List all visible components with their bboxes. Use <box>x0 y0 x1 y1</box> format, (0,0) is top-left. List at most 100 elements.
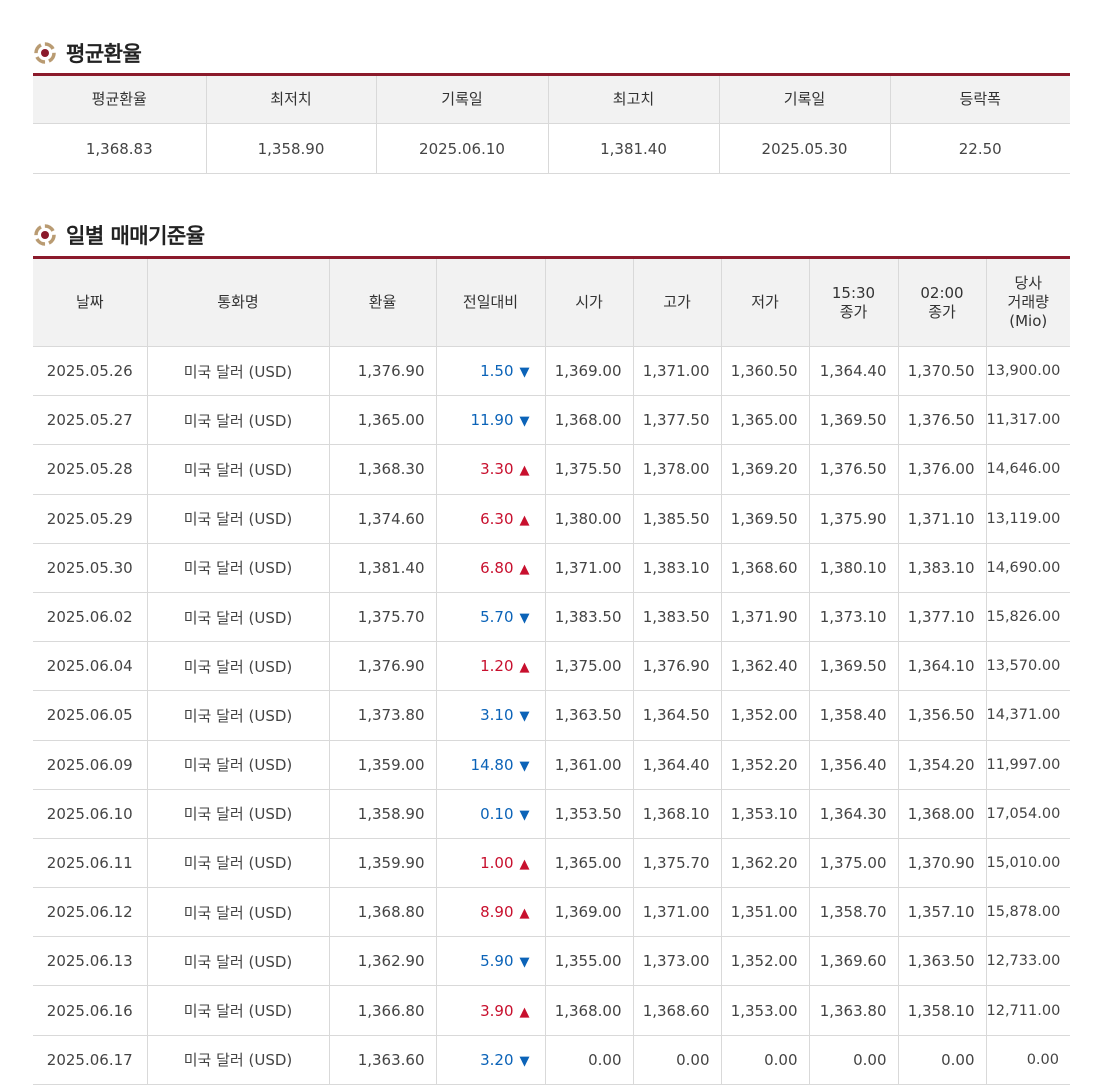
date-cell: 2025.06.12 <box>33 887 147 938</box>
change-value: 1.20 <box>480 657 514 676</box>
header-change: 전일대비 <box>435 257 545 347</box>
high-cell: 1,364.40 <box>632 740 721 790</box>
high-cell: 1,383.50 <box>632 592 721 643</box>
high-cell: 1,371.00 <box>632 887 721 938</box>
currency-cell: 미국 달러 (USD) <box>146 690 329 741</box>
volume-cell: 12,733.00 <box>985 936 1070 987</box>
high-cell: 1,371.00 <box>632 346 721 397</box>
open-cell: 1,375.50 <box>544 444 633 495</box>
change-value: 14.80 <box>470 755 514 774</box>
change-value: 11.90 <box>470 411 514 430</box>
header-date: 날짜 <box>33 257 147 347</box>
low-cell: 1,369.50 <box>720 494 809 544</box>
rate-cell: 1,363.60 <box>328 1035 436 1085</box>
header-average-rate: 평균환율 <box>33 74 206 124</box>
currency-cell: 미국 달러 (USD) <box>146 838 329 889</box>
daily-rate-table: 날짜 통화명 환율 전일대비 시가 고가 저가 15:30 종가 02:00 종… <box>33 256 1070 1085</box>
change-value: 6.80 <box>480 558 514 577</box>
volume-cell: 15,010.00 <box>985 838 1070 889</box>
close-1530-cell: 1,375.00 <box>808 838 898 889</box>
currency-cell: 미국 달러 (USD) <box>146 543 329 593</box>
volume-cell: 13,900.00 <box>985 346 1070 397</box>
triangle-up-icon: ▲ <box>519 660 530 676</box>
currency-cell: 미국 달러 (USD) <box>146 641 329 692</box>
rate-cell: 1,376.90 <box>328 641 436 692</box>
header-rate: 환율 <box>328 257 436 347</box>
open-cell: 1,365.00 <box>544 838 633 889</box>
triangle-down-icon: ▼ <box>519 807 530 823</box>
change-value: 3.30 <box>480 460 514 479</box>
triangle-down-icon: ▼ <box>519 611 530 627</box>
change-cell: 1.50 ▼ <box>435 346 545 397</box>
rate-cell: 1,381.40 <box>328 543 436 593</box>
header-close-1530: 15:30 종가 <box>808 257 898 347</box>
low-cell: 1,352.00 <box>720 690 809 741</box>
change-value: 5.90 <box>480 952 514 971</box>
close-0200-cell: 1,356.50 <box>897 690 986 741</box>
volume-cell: 14,371.00 <box>985 690 1070 741</box>
table-row: 2025.06.13 미국 달러 (USD) 1,362.90 5.90 ▼ 1,355.… <box>33 936 1070 987</box>
highest-value: 1,381.40 <box>547 123 719 174</box>
close-1530-cell: 1,358.70 <box>808 887 898 938</box>
header-open: 시가 <box>544 257 633 347</box>
daily-table-body: 2025.05.26 미국 달러 (USD) 1,376.90 1.50 ▼ 1,369.… <box>33 346 1070 1085</box>
change-value: 1.00 <box>480 853 514 872</box>
change-cell: 3.10 ▼ <box>435 690 545 741</box>
date-cell: 2025.05.28 <box>33 444 147 495</box>
close-0200-cell: 1,371.10 <box>897 494 986 544</box>
table-row: 2025.05.29 미국 달러 (USD) 1,374.60 6.30 ▲ 1,380.… <box>33 494 1070 544</box>
triangle-down-icon: ▼ <box>519 365 530 381</box>
high-cell: 1,373.00 <box>632 936 721 987</box>
currency-cell: 미국 달러 (USD) <box>146 887 329 938</box>
open-cell: 1,380.00 <box>544 494 633 544</box>
table-row: 2025.05.26 미국 달러 (USD) 1,376.90 1.50 ▼ 1,369.… <box>33 346 1070 397</box>
header-range: 등락폭 <box>889 74 1070 124</box>
header-highest: 최고치 <box>547 74 719 124</box>
low-cell: 1,362.40 <box>720 641 809 692</box>
date-cell: 2025.06.16 <box>33 985 147 1036</box>
triangle-down-icon: ▼ <box>519 758 530 774</box>
header-lowest-date: 기록일 <box>375 74 548 124</box>
rate-cell: 1,374.60 <box>328 494 436 544</box>
range-value: 22.50 <box>889 123 1070 174</box>
close-1530-cell: 1,364.30 <box>808 789 898 839</box>
low-cell: 1,369.20 <box>720 444 809 495</box>
change-cell: 5.90 ▼ <box>435 936 545 987</box>
date-cell: 2025.05.30 <box>33 543 147 593</box>
date-cell: 2025.06.04 <box>33 641 147 692</box>
currency-cell: 미국 달러 (USD) <box>146 740 329 790</box>
volume-cell: 15,878.00 <box>985 887 1070 938</box>
date-cell: 2025.05.27 <box>33 395 147 446</box>
volume-cell: 12,711.00 <box>985 985 1070 1036</box>
close-1530-cell: 1,369.60 <box>808 936 898 987</box>
triangle-down-icon: ▼ <box>519 414 530 430</box>
change-cell: 1.00 ▲ <box>435 838 545 889</box>
header-close-0200: 02:00 종가 <box>897 257 986 347</box>
table-row: 2025.06.09 미국 달러 (USD) 1,359.00 14.80 ▼ 1,361… <box>33 740 1070 790</box>
change-cell: 14.80 ▼ <box>435 740 545 790</box>
close-1530-cell: 0.00 <box>808 1035 898 1085</box>
close-1530-cell: 1,358.40 <box>808 690 898 741</box>
daily-rate-title: 일별 매매기준율 <box>66 224 205 248</box>
close-0200-cell: 1,354.20 <box>897 740 986 790</box>
change-cell: 3.20 ▼ <box>435 1035 545 1085</box>
table-row: 2025.05.27 미국 달러 (USD) 1,365.00 11.90 ▼ 1,368… <box>33 395 1070 446</box>
average-rate-table: 평균환율 최저치 기록일 최고치 기록일 등락폭 1,368.83 1,358.… <box>33 73 1070 174</box>
lowest-date-value: 2025.06.10 <box>375 123 548 174</box>
highest-date-value: 2025.05.30 <box>718 123 890 174</box>
header-lowest: 최저치 <box>205 74 376 124</box>
open-cell: 0.00 <box>544 1035 633 1085</box>
rate-cell: 1,376.90 <box>328 346 436 397</box>
table-row: 2025.05.28 미국 달러 (USD) 1,368.30 3.30 ▲ 1,375.… <box>33 444 1070 495</box>
table-row: 2025.06.05 미국 달러 (USD) 1,373.80 3.10 ▼ 1,363.… <box>33 690 1070 741</box>
currency-cell: 미국 달러 (USD) <box>146 494 329 544</box>
close-0200-cell: 1,357.10 <box>897 887 986 938</box>
ring-bullet-icon <box>34 224 56 246</box>
close-1530-cell: 1,369.50 <box>808 641 898 692</box>
low-cell: 1,368.60 <box>720 543 809 593</box>
volume-cell: 13,119.00 <box>985 494 1070 544</box>
close-1530-cell: 1,380.10 <box>808 543 898 593</box>
open-cell: 1,353.50 <box>544 789 633 839</box>
rate-cell: 1,359.90 <box>328 838 436 889</box>
table-row: 2025.06.12 미국 달러 (USD) 1,368.80 8.90 ▲ 1,369.… <box>33 887 1070 938</box>
